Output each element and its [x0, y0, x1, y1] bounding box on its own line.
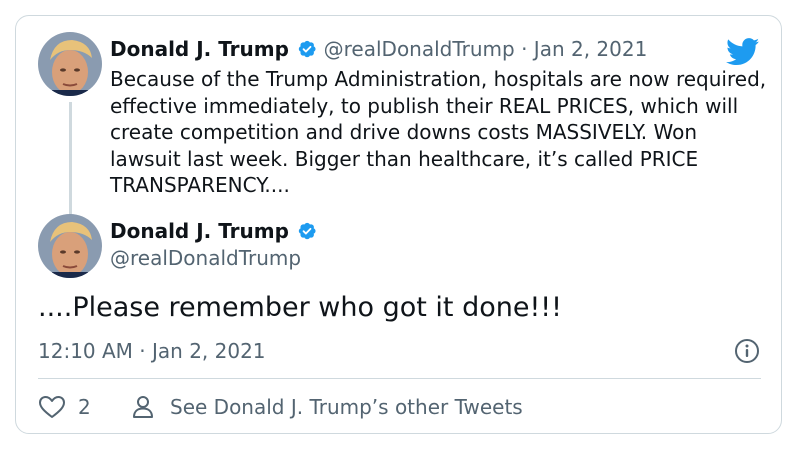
like-count[interactable]: 2: [78, 392, 91, 422]
avatar-portrait: [38, 214, 102, 278]
heart-icon[interactable]: [38, 395, 66, 419]
tweet2-header: Donald J. Trump: [110, 218, 317, 244]
verified-badge-icon: [297, 39, 317, 59]
tweet-date-link[interactable]: Jan 2, 2021: [534, 37, 648, 61]
author-name[interactable]: Donald J. Trump: [110, 37, 289, 61]
author-avatar[interactable]: [38, 32, 102, 96]
header-separator: ·: [521, 37, 528, 61]
tweet2-text: ....Please remember who got it done!!!: [38, 292, 562, 323]
tweet1-text: Because of the Trump Administration, hos…: [110, 67, 767, 197]
person-icon[interactable]: [132, 395, 154, 419]
tweet-timestamp-link[interactable]: 12:10 AM · Jan 2, 2021: [38, 338, 266, 364]
embedded-tweet-card: Donald J. Trump @realDonaldTrump · Jan 2…: [15, 15, 782, 434]
info-icon[interactable]: [734, 338, 760, 364]
verified-badge-icon: [297, 221, 317, 241]
thread-connector-line: [69, 102, 72, 222]
twitter-bird-icon[interactable]: [726, 38, 760, 66]
author-avatar[interactable]: [38, 214, 102, 278]
avatar-portrait: [38, 32, 102, 96]
action-divider: [38, 378, 761, 379]
author-handle[interactable]: @realDonaldTrump: [110, 245, 301, 271]
author-name[interactable]: Donald J. Trump: [110, 219, 289, 243]
see-other-tweets-link[interactable]: See Donald J. Trump’s other Tweets: [170, 392, 523, 422]
tweet1-header: Donald J. Trump @realDonaldTrump · Jan 2…: [110, 36, 647, 62]
author-handle[interactable]: @realDonaldTrump: [324, 37, 515, 61]
